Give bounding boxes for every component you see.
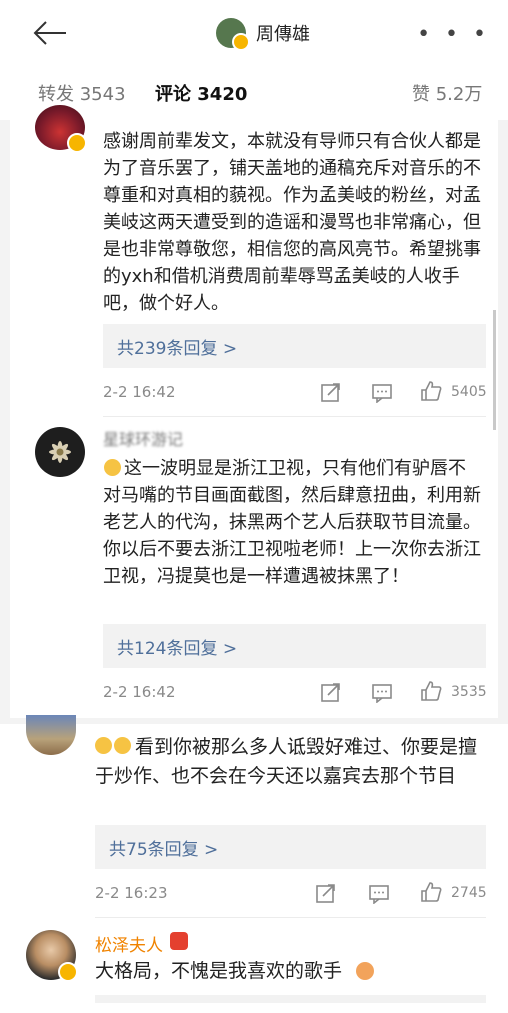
back-arrow-icon[interactable]	[30, 18, 70, 48]
comment-text: 看到你被那么多人诋毁好难过、你要是擅于炒作、也不会在今天还以嘉宾去那个节目	[95, 736, 478, 787]
like-icon[interactable]	[420, 680, 442, 702]
reply-thread-button[interactable]: 共239条回复 >	[103, 324, 486, 368]
comment-icon[interactable]	[371, 681, 393, 703]
divider	[95, 917, 486, 918]
comment-time: 2-2 16:42	[103, 383, 176, 401]
tab-reposts[interactable]: 转发 3543	[38, 80, 126, 106]
verified-badge-icon	[232, 33, 250, 51]
repost-icon[interactable]	[320, 381, 342, 403]
fan-badge-icon	[170, 932, 188, 950]
tab-likes[interactable]: 赞 5.2万	[412, 80, 482, 106]
comment-time: 2-2 16:23	[95, 884, 168, 902]
repost-icon[interactable]	[315, 882, 337, 904]
like-icon[interactable]	[420, 380, 442, 402]
reply-count-label: 共124条回复 >	[117, 639, 238, 659]
tab-comments[interactable]: 评论 3420	[155, 80, 247, 106]
top-bar: 周傳雄 • • •	[0, 0, 508, 66]
reply-thread-button[interactable]	[95, 995, 486, 1003]
verified-badge-icon	[67, 133, 87, 153]
scrollbar[interactable]	[493, 310, 496, 430]
avatar[interactable]	[35, 427, 85, 477]
commenter-name[interactable]: 松泽夫人	[95, 931, 163, 956]
divider	[103, 416, 486, 417]
title-avatar	[216, 18, 250, 51]
comment-text: 大格局，不愧是我喜欢的歌手	[95, 960, 343, 982]
reply-count-label: 共239条回复 >	[117, 339, 238, 359]
title-group[interactable]: 周傳雄	[216, 14, 310, 52]
comment-icon[interactable]	[368, 882, 390, 904]
comment-text: 这一波明显是浙江卫视，只有他们有驴唇不对马嘴的节目画面截图，然后肆意扭曲，利用新…	[103, 458, 481, 587]
like-icon[interactable]	[420, 881, 442, 903]
like-count: 3535	[451, 684, 487, 700]
comment-text: 感谢周前辈发文，本就没有导师只有合伙人都是为了音乐罢了，铺天盖地的通稿充斥对音乐…	[103, 131, 481, 314]
reply-thread-button[interactable]: 共124条回复 >	[103, 624, 486, 668]
reply-count-label: 共75条回复 >	[109, 840, 219, 860]
page-title: 周傳雄	[256, 24, 310, 45]
verified-badge-icon	[58, 962, 78, 982]
like-count: 5405	[451, 384, 487, 400]
repost-icon[interactable]	[320, 681, 342, 703]
comment-icon[interactable]	[371, 381, 393, 403]
more-options-icon[interactable]: • • •	[417, 22, 490, 47]
commenter-name[interactable]: 星球环游记	[103, 426, 183, 450]
like-count: 2745	[451, 885, 487, 901]
clap-emoji-icon	[356, 962, 374, 980]
comment-time: 2-2 16:42	[103, 683, 176, 701]
reply-thread-button[interactable]: 共75条回复 >	[95, 825, 486, 869]
